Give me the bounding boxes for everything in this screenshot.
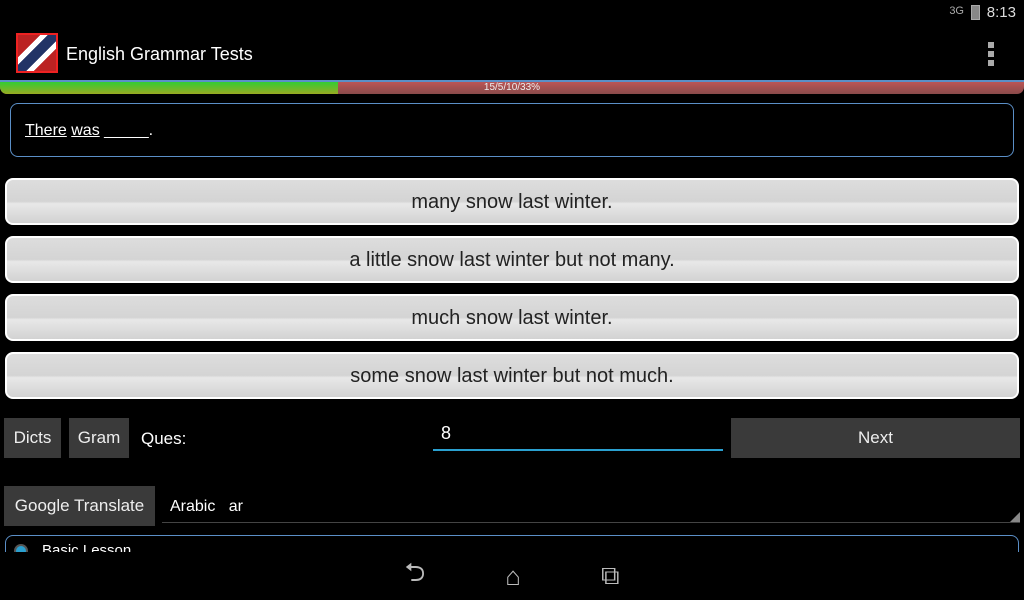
answer-button-1[interactable]: many snow last winter.: [5, 178, 1019, 225]
overflow-menu-icon[interactable]: [988, 42, 994, 66]
answer-button-3[interactable]: much snow last winter.: [5, 294, 1019, 341]
question-text: There was _____.: [25, 122, 153, 140]
ques-label: Ques:: [141, 429, 187, 448]
word-was[interactable]: was: [71, 122, 99, 139]
home-icon[interactable]: ⌂: [505, 561, 521, 592]
blank: _____: [104, 122, 149, 139]
progress-bar: 15/5/10/33%: [0, 80, 1024, 94]
back-icon[interactable]: ⮌: [404, 554, 425, 598]
question-box: There was _____.: [10, 103, 1014, 157]
battery-icon: [971, 5, 980, 20]
period: .: [148, 122, 154, 139]
status-bar: 3G 8:13: [0, 0, 1024, 25]
navigation-bar: ⮌ ⌂ ⧉: [0, 552, 1024, 600]
language-value: Arabic ar: [170, 498, 243, 515]
progress-label: 15/5/10/33%: [483, 82, 541, 93]
dropdown-triangle-icon: [1010, 512, 1020, 522]
gram-button[interactable]: Gram: [69, 418, 129, 458]
answer-button-4[interactable]: some snow last winter but not much.: [5, 352, 1019, 399]
recents-icon[interactable]: ⧉: [601, 560, 620, 592]
dicts-button[interactable]: Dicts: [4, 418, 61, 458]
answer-button-2[interactable]: a little snow last winter but not many.: [5, 236, 1019, 283]
google-translate-button[interactable]: Google Translate: [4, 486, 155, 526]
word-there[interactable]: There: [25, 122, 67, 139]
clock: 8:13: [986, 4, 1016, 21]
app-title: English Grammar Tests: [66, 44, 253, 64]
language-spinner[interactable]: Arabic ar: [162, 486, 1020, 523]
question-number-input[interactable]: 8: [433, 420, 723, 451]
app-logo-flag-icon[interactable]: [16, 33, 58, 73]
next-button[interactable]: Next: [731, 418, 1020, 458]
signal-icon: 3G: [949, 5, 964, 17]
